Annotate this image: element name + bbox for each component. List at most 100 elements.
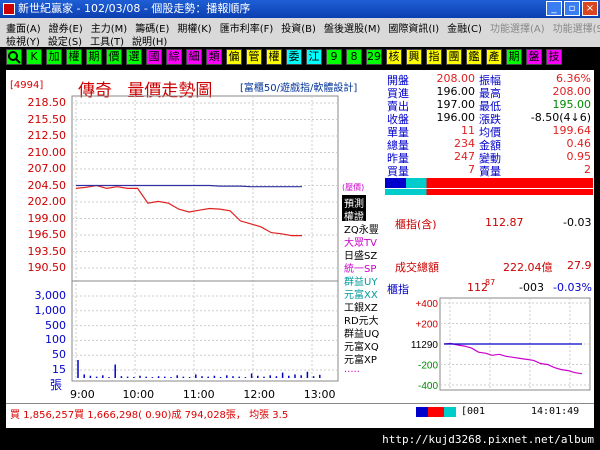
quote-row: 總量 234 金額 0.46: [385, 137, 593, 152]
toolbar-button-15[interactable]: 江: [306, 49, 322, 65]
chart-subtitle: [富櫃50/遊戲指/軟體設計]: [240, 83, 358, 94]
toolbar-button-9[interactable]: 細: [186, 49, 202, 65]
menu-item-8[interactable]: 國際資訊(I): [388, 20, 439, 35]
toolbar-button-5[interactable]: 價: [106, 49, 122, 65]
toolbar-button-6[interactable]: 選: [126, 49, 142, 65]
code-field[interactable]: [001: [461, 406, 485, 417]
menu-item-7[interactable]: 盤後選股(M): [324, 20, 380, 35]
price-tick-label: 210.00: [27, 145, 67, 159]
toolbar-button-16[interactable]: 9: [326, 49, 342, 65]
menu-item-secondary-3[interactable]: 說明(H): [132, 33, 167, 48]
time-tick-label: 9:00: [70, 388, 95, 401]
menu-item-11[interactable]: 功能選擇(S): [553, 20, 600, 35]
quote-value: 197.00: [436, 98, 476, 111]
volume-tick-label: 500: [45, 318, 66, 332]
time-tick-label: 11:00: [182, 388, 215, 401]
price-tick-label: 196.50: [27, 228, 67, 241]
stock-name: 傳奇: [78, 81, 112, 101]
index-label: 櫃指(含): [395, 218, 437, 231]
quote-value: 2: [584, 163, 591, 176]
quote-value: 7: [468, 163, 475, 176]
index-change: -0.03: [563, 216, 592, 229]
menu-item-secondary-1[interactable]: 設定(S): [48, 33, 82, 48]
quote-value: 0.95: [566, 150, 592, 163]
minimize-button[interactable]: _: [546, 1, 562, 16]
total-ratio: 27.9: [567, 259, 592, 272]
quote-value: 199.64: [552, 124, 592, 137]
summary-text: 買 1,856,257買 1,666,298( 0.90)成 794,028張，…: [10, 410, 289, 421]
toolbar-button-22[interactable]: 團: [446, 49, 462, 65]
toolbar-button-4[interactable]: 期: [86, 49, 102, 65]
quote-row: 買進 196.00 最高 208.00: [385, 85, 593, 100]
app-icon: [3, 3, 15, 15]
toolbar-button-25[interactable]: 期: [506, 49, 522, 65]
toolbar-button-12[interactable]: 管: [246, 49, 262, 65]
broker-item-13[interactable]: .....: [342, 364, 362, 375]
title-bar: 新世紀贏家 - 102/03/08 - 個股走勢：播報順序 _ ▫ ×: [0, 0, 600, 18]
toolbar-button-7[interactable]: 國: [146, 49, 162, 65]
otc-pct: -0.03%: [553, 281, 592, 294]
ref-line-label: (壓價): [342, 183, 365, 192]
status-bar: 買 1,856,257買 1,666,298( 0.90)成 794,028張，…: [6, 403, 594, 421]
chart-title: 傳奇 量價走勢圖: [78, 76, 212, 101]
toolbar-button-3[interactable]: 權: [66, 49, 82, 65]
menu-item-secondary-0[interactable]: 檢視(Y): [6, 33, 40, 48]
toolbar-button-19[interactable]: 核: [386, 49, 402, 65]
toolbar-button-2[interactable]: 加: [46, 49, 62, 65]
otc-change: -003: [519, 281, 544, 294]
toolbar-button-21[interactable]: 指: [426, 49, 442, 65]
quote-value: 11: [461, 124, 475, 137]
menu-item-9[interactable]: 金融(C): [447, 20, 482, 35]
menu-item-5[interactable]: 匯市利率(F): [220, 20, 274, 35]
toolbar-button-13[interactable]: 權: [266, 49, 282, 65]
price-tick-label: 204.50: [27, 178, 67, 192]
toolbar-button-8[interactable]: 綜: [166, 49, 182, 65]
total-value: 222.04億: [503, 261, 553, 274]
toolbar-button-27[interactable]: 技: [546, 49, 562, 65]
toolbar-button-14[interactable]: 委: [286, 49, 302, 65]
quote-row: 收盤 196.00 漲跌 -8.50(4↓6): [385, 111, 593, 126]
buy-sell-bar-2: [385, 189, 593, 195]
toolbar-button-23[interactable]: 鑑: [466, 49, 482, 65]
menu-item-6[interactable]: 投資(B): [281, 20, 316, 35]
chart-title-text: 量價走勢圖: [127, 81, 213, 101]
clock: 14:01:49: [531, 406, 580, 417]
time-tick-label: 12:00: [243, 388, 276, 401]
index-value: 112.87: [485, 216, 524, 229]
toolbar-button-1[interactable]: K: [26, 49, 42, 65]
toolbar-button-26[interactable]: 盤: [526, 49, 542, 65]
close-button[interactable]: ×: [582, 1, 598, 16]
menu-bar: 畫面(A) 證券(E) 主力(M) 籌碼(E) 期權(K) 匯市利率(F) 投資(B) 盤後選…: [0, 18, 600, 48]
menu-item-secondary-2[interactable]: 工具(T): [90, 33, 124, 48]
quote-row: 昨量 247 變動 0.95: [385, 150, 593, 165]
footer-url: http://kujd3268.pixnet.net/album: [382, 433, 594, 446]
menu-item-10[interactable]: 功能選擇(A): [490, 20, 545, 35]
quote-row: 開盤 208.00 振幅 6.36%: [385, 72, 593, 87]
footer: http://kujd3268.pixnet.net/album: [0, 430, 600, 450]
volume-tick-label: 50: [52, 348, 66, 362]
menu-row-secondary: 檢視(Y) 設定(S) 工具(T) 說明(H): [6, 33, 167, 48]
toolbar-button-11[interactable]: 偏: [226, 49, 242, 65]
window-title: 新世紀贏家 - 102/03/08 - 個股走勢：播報順序: [18, 2, 251, 15]
buy-sell-bar: [385, 178, 593, 188]
color-indicator: [416, 407, 456, 417]
restore-button[interactable]: ▫: [564, 1, 580, 16]
time-tick-label: 10:00: [122, 388, 155, 401]
toolbar-button-17[interactable]: 8: [346, 49, 362, 65]
toolbar-button-18[interactable]: 29: [366, 49, 382, 65]
quote-value: 0.46: [566, 137, 592, 150]
toolbar-button-20[interactable]: 興: [406, 49, 422, 65]
volume-tick-label: 3,000: [34, 289, 67, 302]
price-tick-label: 212.50: [27, 129, 67, 142]
quote-value: 196.00: [436, 85, 476, 98]
price-tick-label: 190.50: [27, 261, 67, 274]
quote-value: 208.00: [436, 72, 476, 85]
quote-value: 208.00: [552, 85, 592, 98]
quote-value: 247: [454, 150, 475, 163]
quote-label: 賣量: [479, 165, 501, 178]
toolbar-button-24[interactable]: 產: [486, 49, 502, 65]
toolbar-button-10[interactable]: 類: [206, 49, 222, 65]
search-icon[interactable]: [6, 49, 22, 65]
menu-item-4[interactable]: 期權(K): [177, 20, 211, 35]
quote-value: 196.00: [436, 111, 476, 124]
